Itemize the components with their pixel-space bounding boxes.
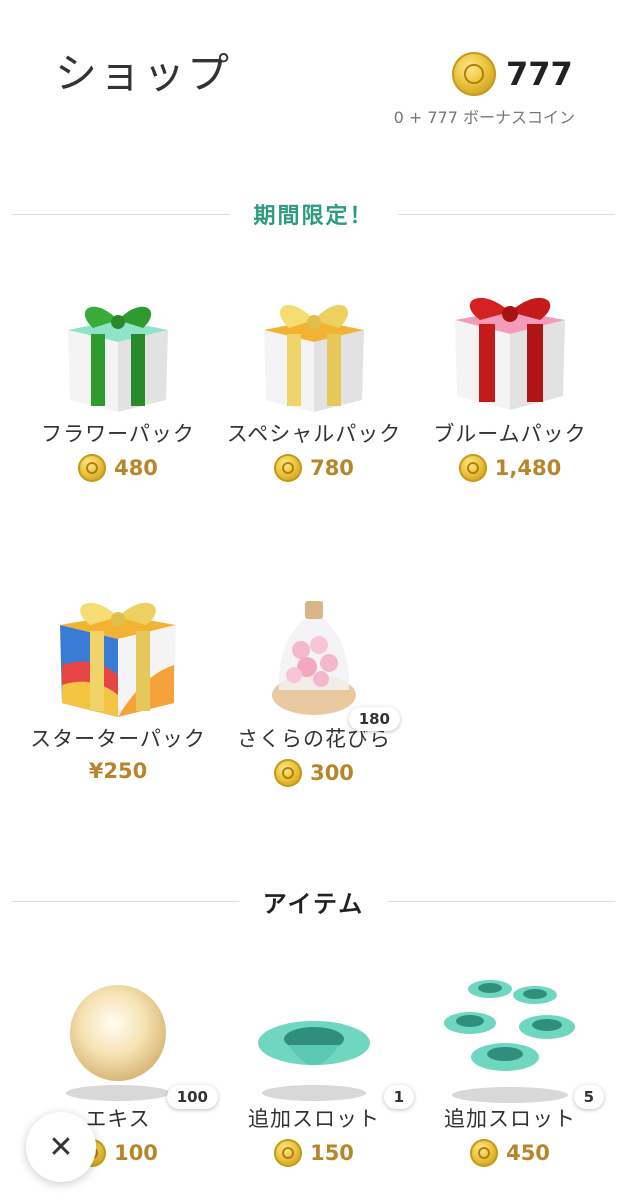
product-name: 追加スロット — [248, 1107, 380, 1131]
section-limited-label: 期間限定！ — [253, 204, 374, 229]
coin-icon — [470, 1139, 499, 1167]
product-price-value: ¥250 — [88, 759, 148, 783]
product-price: 780 — [214, 454, 414, 482]
product-name: スターターパック — [30, 727, 206, 751]
product-price-value: 480 — [114, 456, 158, 480]
coin-icon — [274, 1139, 303, 1167]
gift-box-rainbow-icon — [60, 602, 176, 717]
divider — [388, 901, 616, 902]
close-icon: ✕ — [48, 1129, 74, 1165]
coin-balance-amount: 777 — [506, 55, 573, 93]
coin-balance[interactable]: 777 — [452, 52, 573, 96]
product-image — [214, 290, 414, 420]
product-name: スペシャルパック — [226, 422, 402, 446]
divider — [397, 213, 616, 215]
page-title: ショップ — [55, 49, 232, 98]
quantity-badge: 180 — [348, 707, 400, 731]
product-flower-pack[interactable]: フラワーパック 480 — [18, 290, 218, 482]
gift-box-green-icon — [68, 306, 168, 412]
gift-box-red-icon — [455, 297, 565, 410]
coin-icon — [274, 759, 303, 787]
product-price: 300 — [214, 759, 414, 787]
product-price: 150 — [214, 1139, 414, 1167]
coin-icon — [458, 454, 487, 482]
product-price-value: 780 — [310, 456, 354, 480]
divider — [12, 213, 230, 215]
bonus-coin-text: 0 + 777 ボーナスコイン — [393, 108, 575, 127]
product-price: 1,480 — [410, 454, 610, 482]
section-items: アイテム — [0, 884, 627, 919]
product-bloom-pack[interactable]: ブルームパック 1,480 — [410, 290, 610, 482]
product-name: 追加スロット — [444, 1107, 576, 1131]
slot-dish-icon — [258, 1021, 370, 1101]
product-price-value: 300 — [310, 761, 354, 785]
product-name: フラワーパック — [41, 422, 195, 446]
close-button[interactable]: ✕ — [26, 1112, 96, 1182]
slot-dishes-icon — [444, 980, 575, 1103]
product-sakura-petals[interactable]: 180 さくらの花びら 300 — [214, 595, 414, 787]
product-name: ブルームパック — [433, 422, 587, 446]
section-items-label: アイテム — [262, 890, 365, 918]
product-image — [18, 290, 218, 420]
divider — [12, 901, 239, 902]
product-special-pack[interactable]: スペシャルパック 780 — [214, 290, 414, 482]
product-price-value: 150 — [310, 1141, 354, 1165]
product-price: 480 — [18, 454, 218, 482]
quantity-badge: 100 — [166, 1085, 218, 1109]
product-image — [18, 595, 218, 725]
section-limited: 期間限定！ — [0, 198, 627, 230]
product-extra-slot-5[interactable]: 5 追加スロット 450 — [410, 975, 610, 1167]
coin-icon — [78, 454, 107, 482]
product-price-value: 450 — [506, 1141, 550, 1165]
coin-icon — [274, 454, 303, 482]
product-image: 180 — [214, 595, 414, 731]
product-price: 450 — [410, 1139, 610, 1167]
product-image: 1 — [214, 975, 414, 1109]
pearl-orb-icon — [66, 985, 170, 1101]
product-image — [410, 290, 610, 420]
gift-box-yellow-icon — [264, 304, 364, 412]
product-image: 100 — [18, 975, 218, 1109]
sakura-bottle-icon — [272, 601, 356, 715]
product-price-value: 100 — [114, 1141, 158, 1165]
product-price: ¥250 — [18, 759, 218, 783]
product-price-value: 1,480 — [494, 456, 562, 480]
product-extra-slot-1[interactable]: 1 追加スロット 150 — [214, 975, 414, 1167]
product-starter-pack[interactable]: スターターパック ¥250 — [18, 595, 218, 783]
quantity-badge: 5 — [573, 1085, 604, 1109]
product-image: 5 — [410, 975, 610, 1109]
coin-icon — [452, 52, 496, 96]
